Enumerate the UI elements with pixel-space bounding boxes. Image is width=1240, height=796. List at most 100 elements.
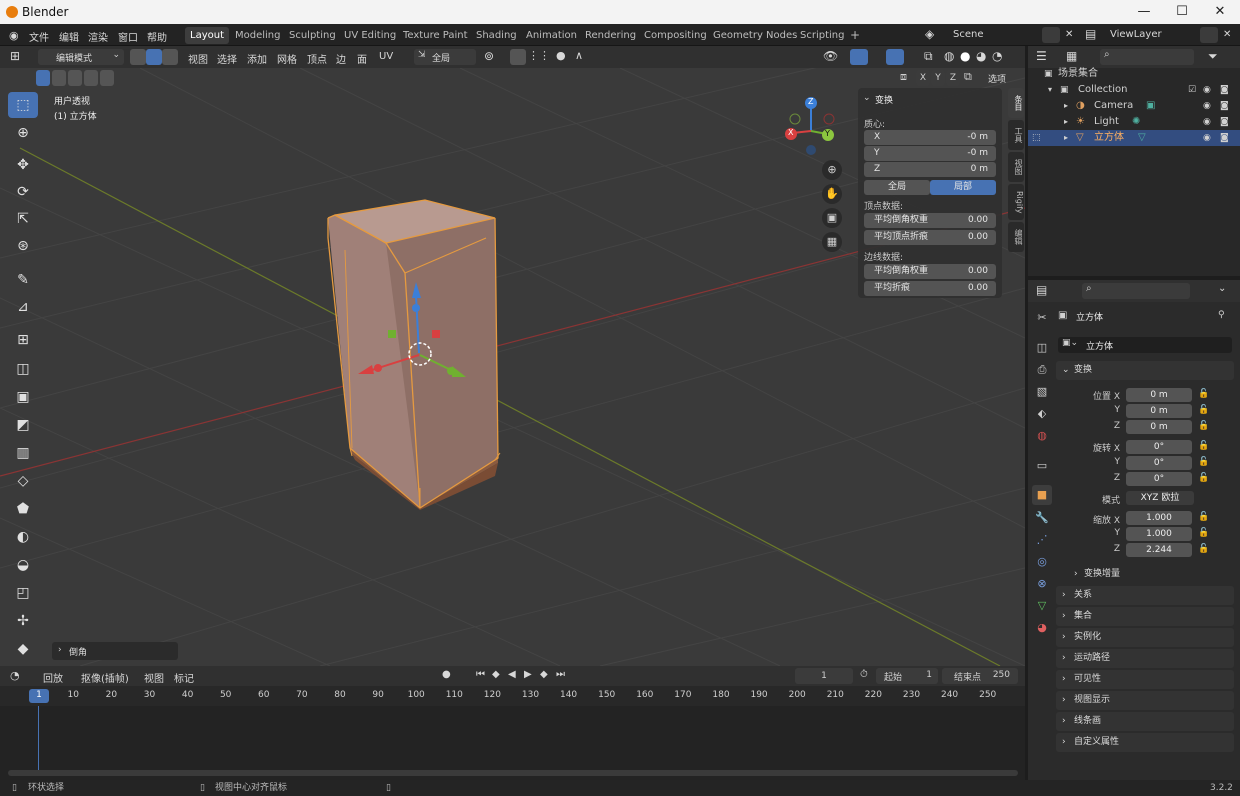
data-tab-icon[interactable]: ▽ <box>1032 596 1052 616</box>
scale-z-field[interactable]: 2.244 <box>1126 543 1192 557</box>
menu-render[interactable]: 渲染 <box>88 29 108 44</box>
custom-properties-section[interactable]: › 自定义属性 <box>1056 733 1234 752</box>
snap-icon[interactable] <box>510 49 526 65</box>
object-name-field[interactable]: ▣⌄ 立方体 <box>1058 337 1232 353</box>
select-intersect-icon[interactable] <box>100 70 114 86</box>
tab-shading[interactable]: Shading <box>471 27 522 44</box>
collections-section[interactable]: › 集合 <box>1056 607 1234 626</box>
mirror-x-toggle[interactable]: X <box>916 70 930 86</box>
chevron-down-icon[interactable]: ⌄ <box>863 93 871 103</box>
overlay-toggle-icon[interactable] <box>886 49 904 65</box>
chevron-down-icon[interactable]: ⌄ <box>1218 283 1226 294</box>
current-frame-field[interactable]: 1 <box>795 668 853 684</box>
sidebar-tab-edit[interactable]: 编辑 <box>1008 222 1024 252</box>
playback-menu[interactable]: 回放 <box>43 670 63 685</box>
select-invert-icon[interactable] <box>84 70 98 86</box>
local-button[interactable]: 局部 <box>930 180 996 195</box>
transform-orientation-select[interactable]: ⇲ 全局 <box>414 49 476 65</box>
proportional-edit-icon[interactable]: ● <box>556 49 566 62</box>
viewlayer-icon[interactable]: ▤ <box>1085 27 1096 41</box>
lock-icon[interactable]: 🔓 <box>1198 441 1209 451</box>
pivot-icon[interactable]: ⊚ <box>484 49 494 63</box>
expand-right-icon[interactable]: ▸ <box>1064 98 1068 114</box>
edge-crease-field[interactable]: 平均折痕 0.00 <box>864 281 996 296</box>
location-z-field[interactable]: 0 m <box>1126 420 1192 434</box>
lock-icon[interactable]: 🔓 <box>1198 421 1209 431</box>
edge-bevel-weight-field[interactable]: 平均倒角权重 0.00 <box>864 264 996 279</box>
outliner-editor-icon[interactable]: ☰ <box>1036 49 1047 63</box>
rotation-z-field[interactable]: 0° <box>1126 472 1192 486</box>
face-select-icon[interactable] <box>162 49 178 65</box>
lock-icon[interactable]: 🔓 <box>1198 512 1209 522</box>
lock-icon[interactable]: 🔓 <box>1198 544 1209 554</box>
spin-tool-icon[interactable]: ◐ <box>8 524 38 550</box>
end-frame-field[interactable]: 结束点 250 <box>942 668 1018 684</box>
object-tab-icon[interactable]: ■ <box>1032 485 1052 505</box>
visibility-icon[interactable]: 👁 <box>823 49 838 63</box>
lock-icon[interactable]: 🔓 <box>1198 405 1209 415</box>
jump-end-icon[interactable]: ⏭ <box>556 669 565 680</box>
scene-icon[interactable]: ◈ <box>925 27 934 41</box>
add-cube-tool-icon[interactable]: ⊞ <box>8 327 38 353</box>
poly-build-tool-icon[interactable]: ⬟ <box>8 496 38 522</box>
start-frame-field[interactable]: 起始 1 <box>876 668 938 684</box>
vertex-select-icon[interactable] <box>130 49 146 65</box>
view-layer-tab-icon[interactable]: ▧ <box>1032 382 1052 402</box>
physics-tab-icon[interactable]: ◎ <box>1032 552 1052 572</box>
select-extend-icon[interactable] <box>52 70 66 86</box>
play-reverse-icon[interactable]: ◀ <box>508 669 516 680</box>
scene-name[interactable]: Scene <box>953 29 984 40</box>
sidebar-tab-item[interactable]: 条目 <box>1008 88 1024 118</box>
expand-down-icon[interactable]: ▾ <box>1048 82 1052 98</box>
menu-mesh[interactable]: 网格 <box>277 51 297 66</box>
menu-select[interactable]: 选择 <box>217 51 237 66</box>
camera-render-icon[interactable]: ◙ <box>1220 98 1229 114</box>
tab-sculpting[interactable]: Sculpting <box>284 27 341 44</box>
play-icon[interactable]: ▶ <box>524 669 532 680</box>
eye-icon[interactable]: ◉ <box>1203 98 1211 114</box>
camera-render-icon[interactable]: ◙ <box>1220 114 1229 130</box>
mirror-z-toggle[interactable]: Z <box>946 70 960 86</box>
camera-data-icon[interactable]: ▣ <box>1146 98 1155 114</box>
lock-icon[interactable]: 🔓 <box>1198 457 1209 467</box>
rip-tool-icon[interactable]: ◆ <box>8 636 38 662</box>
outliner-row-cube[interactable]: ⬚ ▸ ▽ 立方体 ▽ ◉ ◙ <box>1028 130 1240 146</box>
light-data-icon[interactable]: ✺ <box>1132 114 1140 130</box>
menu-edge[interactable]: 边 <box>336 51 346 66</box>
camera-render-icon[interactable]: ◙ <box>1220 82 1229 98</box>
location-y-field[interactable]: 0 m <box>1126 404 1192 418</box>
menu-window[interactable]: 窗口 <box>118 29 138 44</box>
measure-tool-icon[interactable]: ⊿ <box>8 294 38 320</box>
mode-select[interactable]: 编辑模式 ⌄ <box>38 49 124 65</box>
filter-icon[interactable]: ⏷ <box>1208 49 1218 64</box>
outliner-search-input[interactable]: ⌕ <box>1100 49 1194 65</box>
tab-scripting[interactable]: Scripting <box>795 27 849 44</box>
delta-transform-section[interactable]: › 变换增量 <box>1056 565 1234 584</box>
extrude-tool-icon[interactable]: ◫ <box>8 356 38 382</box>
new-scene-icon[interactable] <box>1042 27 1060 43</box>
3d-viewport[interactable]: Z X Y ⊕ ✋ ▣ ▦ 用户透视 (1) 立方体 ⧈ X Y Z ⧉ 选项 … <box>0 68 1025 666</box>
falloff-icon[interactable]: ∧ <box>575 49 583 62</box>
tab-compositing[interactable]: Compositing <box>639 27 712 44</box>
solid-shading-icon[interactable]: ● <box>960 49 970 63</box>
last-operator-panel[interactable]: › 倒角 <box>52 642 178 660</box>
mirror-y-toggle[interactable]: Y <box>931 70 945 86</box>
select-box-tool-icon[interactable]: ⬚ <box>8 92 38 118</box>
mesh-data-icon[interactable]: ▽ <box>1138 130 1146 146</box>
menu-view[interactable]: 视图 <box>188 51 208 66</box>
menu-face[interactable]: 面 <box>357 51 367 66</box>
move-tool-icon[interactable]: ✥ <box>8 152 38 178</box>
cursor-tool-icon[interactable]: ⊕ <box>8 120 38 146</box>
properties-search-input[interactable]: ⌕ <box>1082 283 1190 299</box>
menu-file[interactable]: 文件 <box>29 29 49 44</box>
tab-modeling[interactable]: Modeling <box>230 27 286 44</box>
view-layer-name[interactable]: ViewLayer <box>1110 29 1162 40</box>
expand-right-icon[interactable]: ▸ <box>1064 114 1068 130</box>
material-tab-icon[interactable]: ◕ <box>1032 618 1052 638</box>
rotate-tool-icon[interactable]: ⟳ <box>8 179 38 205</box>
edge-select-icon[interactable] <box>146 49 162 65</box>
lock-icon[interactable]: 🔓 <box>1198 473 1209 483</box>
editor-type-icon[interactable]: ⊞ <box>10 49 20 63</box>
stopwatch-icon[interactable]: ⏱ <box>860 669 868 680</box>
select-subtract-icon[interactable] <box>68 70 82 86</box>
